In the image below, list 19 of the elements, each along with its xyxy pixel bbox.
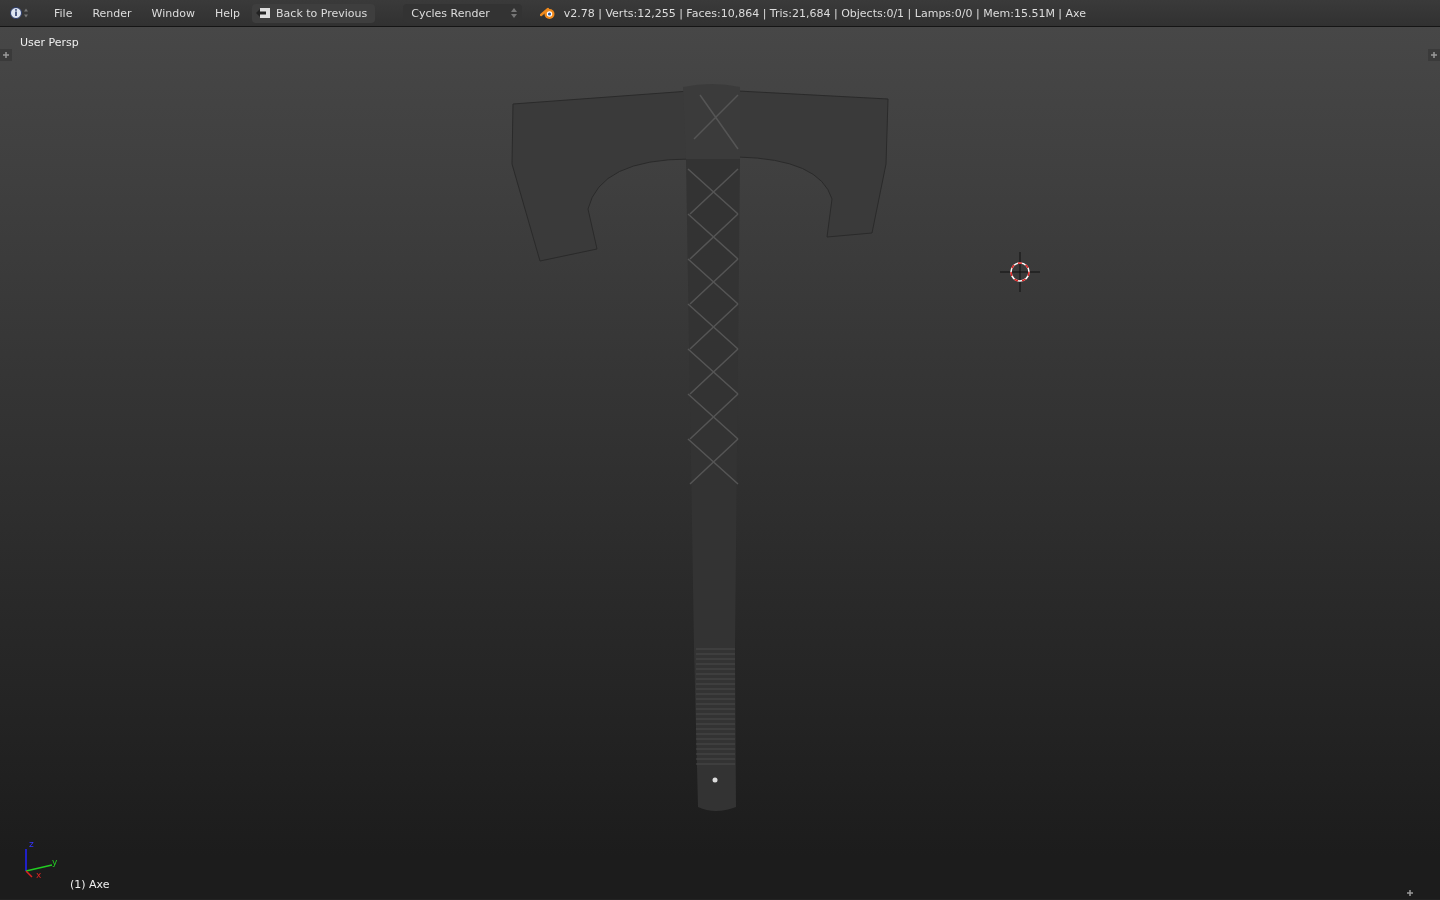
up-down-arrows-icon xyxy=(509,7,518,19)
blender-logo-icon xyxy=(539,6,556,20)
view-label: User Persp xyxy=(20,36,79,49)
3d-cursor-icon xyxy=(1000,252,1040,292)
object-label: (1) Axe xyxy=(70,878,110,891)
3d-viewport[interactable]: User Persp (1) Axe z y x xyxy=(0,27,1440,899)
menu-item[interactable]: File xyxy=(44,6,83,20)
axis-label: y xyxy=(52,857,58,867)
menu-item[interactable]: Help xyxy=(204,6,251,20)
back-arrow-icon xyxy=(256,7,272,19)
add-region-icon[interactable] xyxy=(0,49,12,61)
menu-item[interactable]: Window xyxy=(141,6,205,20)
scene-statistics: v2.78 | Verts:12,255 | Faces:10,864 | Tris:21,684 | Objects:0/1 | Lamps:0/0 | Mem:15.51M | Axe xyxy=(563,6,1087,20)
axis-label: z xyxy=(29,839,34,849)
menu-item[interactable]: Render xyxy=(82,6,142,20)
back-to-previous-button[interactable]: Back to Previous xyxy=(252,3,376,23)
add-region-icon[interactable] xyxy=(1428,49,1440,61)
axis-label: x xyxy=(36,870,42,880)
add-region-icon[interactable] xyxy=(1404,887,1416,899)
